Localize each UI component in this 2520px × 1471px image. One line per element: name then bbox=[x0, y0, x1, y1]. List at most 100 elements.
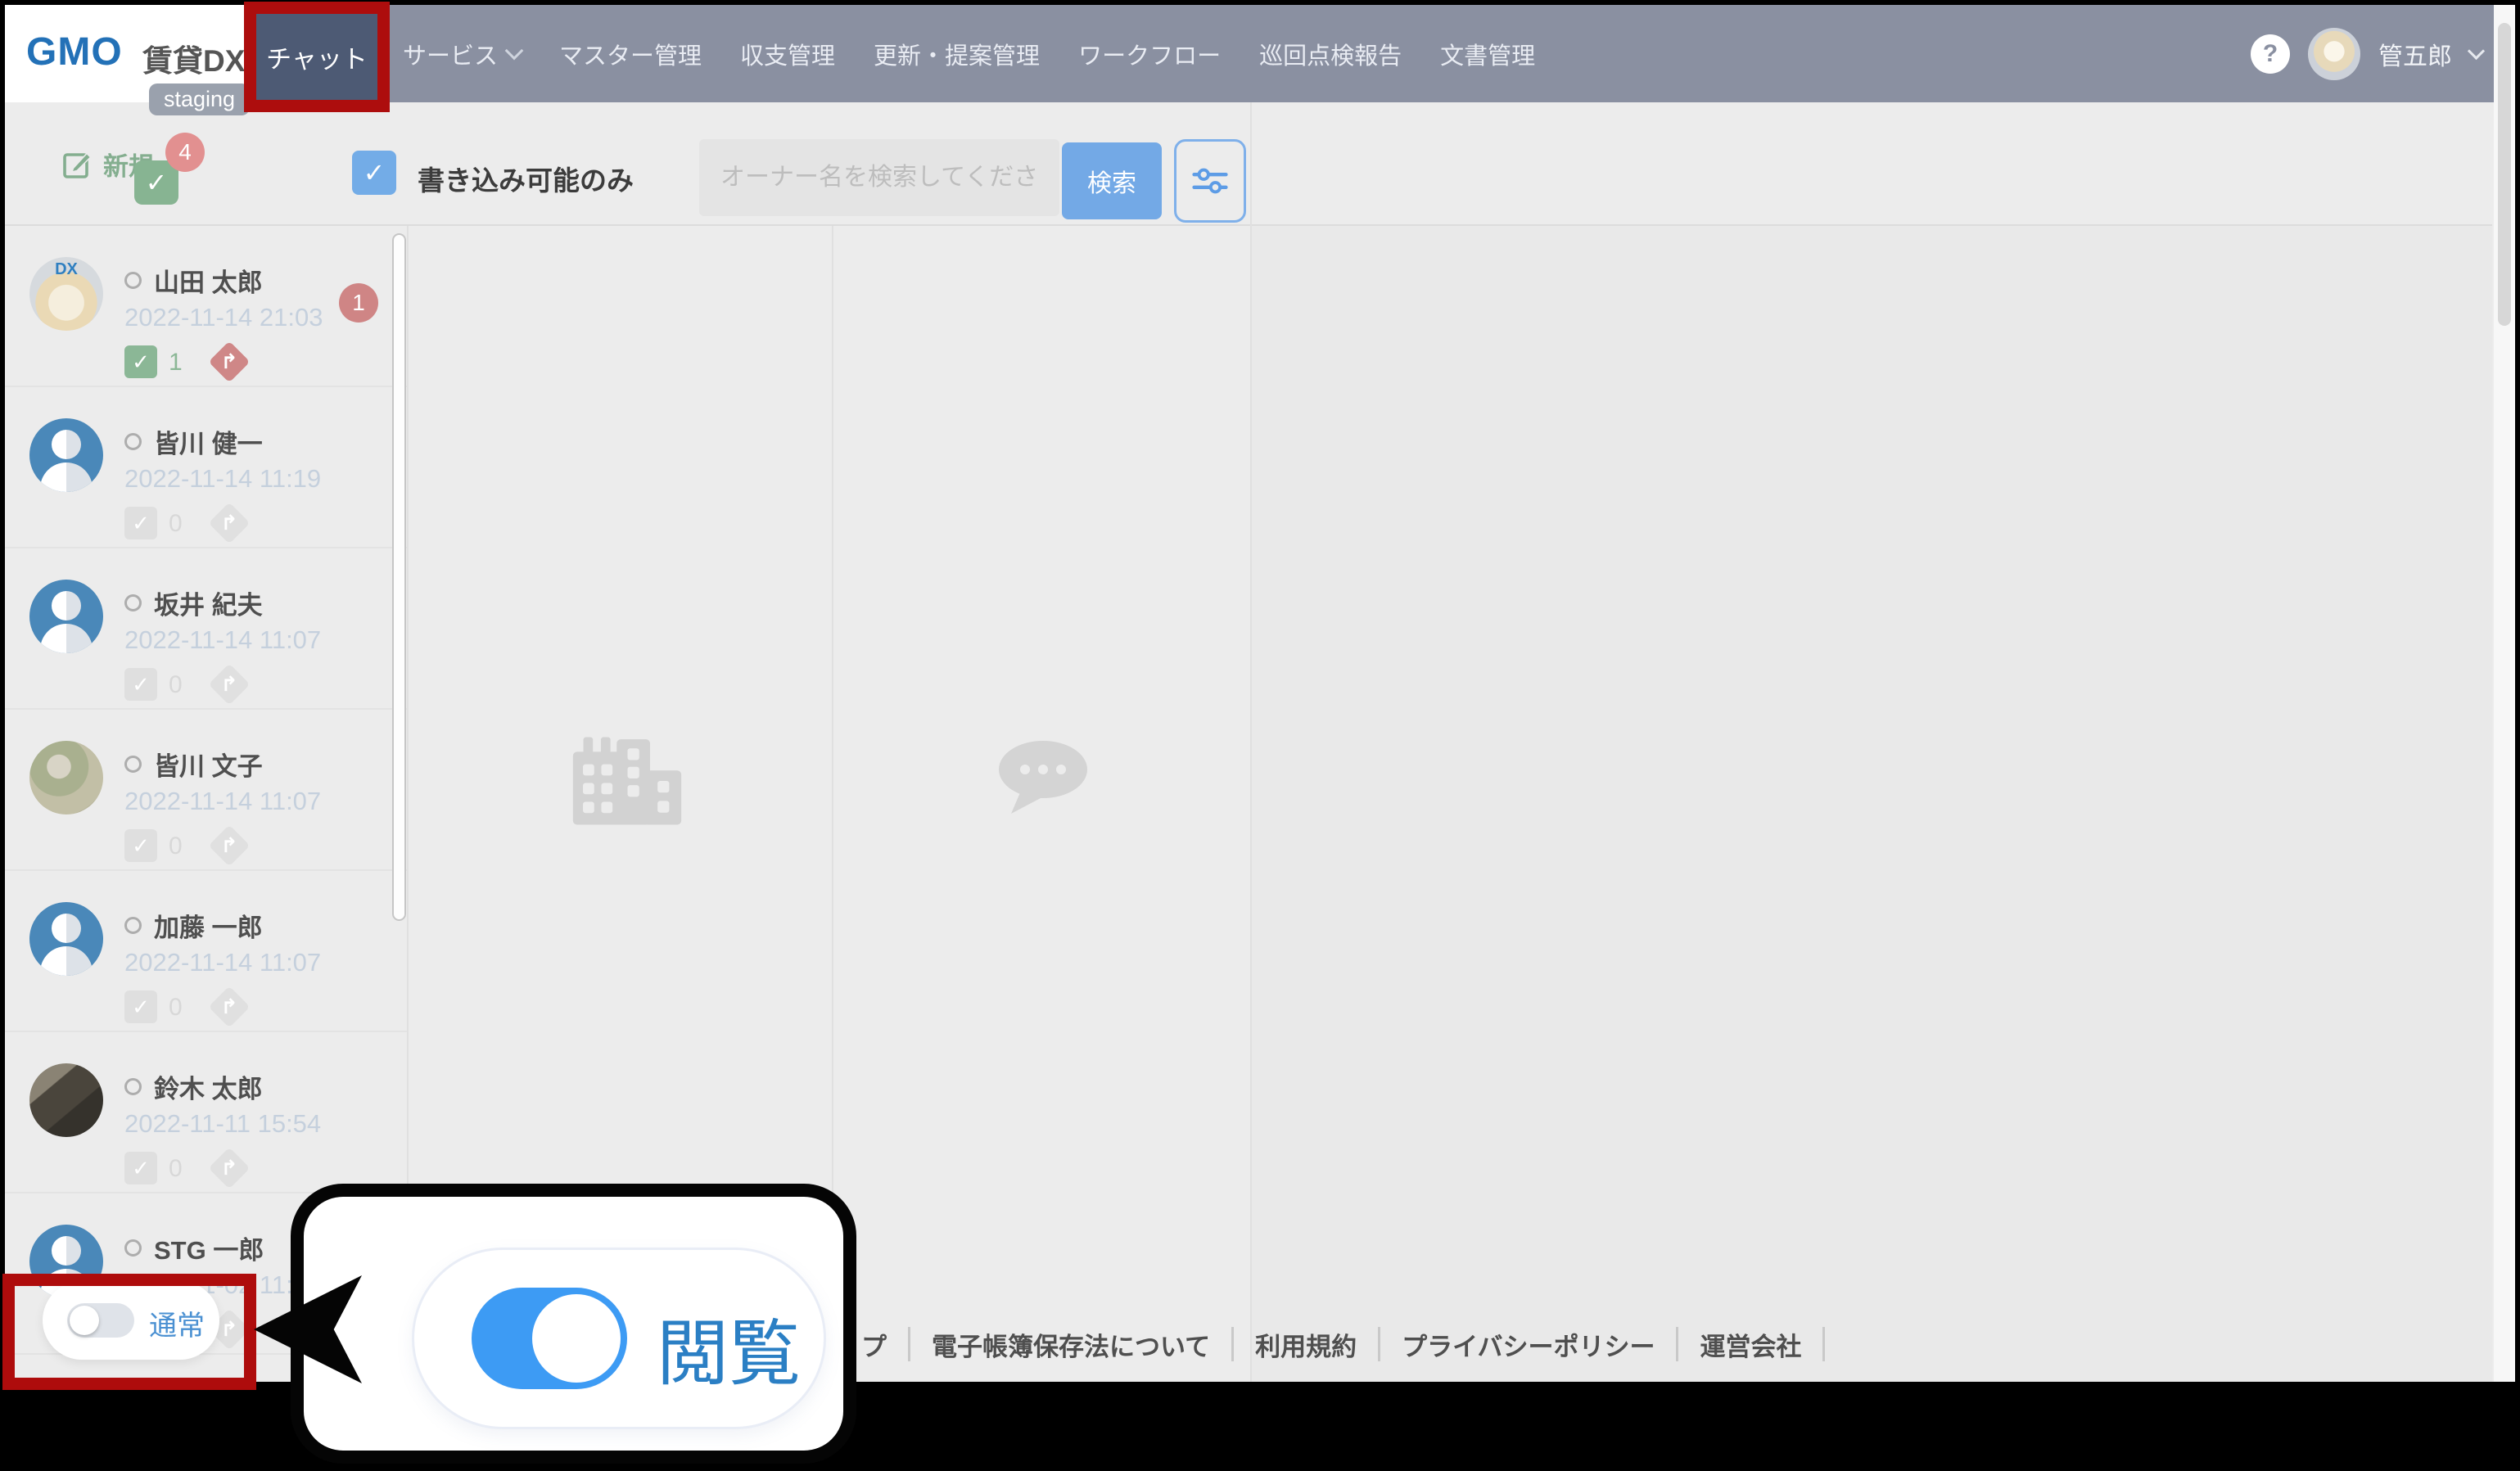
footer-link-denshi-chobo[interactable]: 電子帳簿保存法について bbox=[932, 1326, 1210, 1363]
footer-separator bbox=[1378, 1327, 1381, 1361]
nav-item-workflow[interactable]: ワークフロー bbox=[1078, 37, 1221, 71]
view-mode-toggle-on[interactable] bbox=[472, 1288, 627, 1389]
redirect-icon: ↱ bbox=[208, 986, 251, 1028]
chat-owner-name: 加藤 一郎 bbox=[154, 914, 263, 942]
footer-link-terms[interactable]: 利用規約 bbox=[1255, 1326, 1357, 1363]
chat-owner-name: 山田 太郎 bbox=[154, 268, 263, 297]
chat-timestamp: 2022-11-14 11:07 bbox=[124, 625, 322, 654]
user-name[interactable]: 管五郎 bbox=[2378, 36, 2452, 72]
callout-toggle-pill: 閲覧 bbox=[412, 1248, 826, 1429]
nav-item-label: ワークフロー bbox=[1078, 43, 1222, 70]
check-count: 0 bbox=[169, 671, 183, 698]
check-count: 0 bbox=[169, 510, 183, 537]
chat-owner-name: 坂井 紀夫 bbox=[154, 591, 263, 620]
avatar-text: DX bbox=[55, 260, 78, 278]
check-icon: ✓ bbox=[124, 668, 157, 701]
chat-timestamp: 2022-11-14 11:07 bbox=[124, 948, 322, 977]
check-count: 1 bbox=[169, 349, 183, 376]
building-placeholder-icon bbox=[572, 737, 682, 825]
status-dot-icon bbox=[124, 1078, 142, 1095]
chat-list-item[interactable]: 坂井 紀夫 2022-11-14 11:07 ✓ 0 ↱ bbox=[5, 548, 407, 710]
nav-item-label: 更新・提案管理 bbox=[874, 43, 1041, 70]
staging-env-badge: staging bbox=[149, 83, 251, 115]
chevron-down-icon bbox=[504, 41, 524, 60]
nav-item-services[interactable]: サービス bbox=[403, 37, 524, 71]
status-dot-icon bbox=[124, 917, 142, 934]
chat-list-item[interactable]: 皆川 健一 2022-11-14 11:19 ✓ 0 ↱ bbox=[5, 387, 407, 548]
check-count: 0 bbox=[169, 833, 183, 860]
avatar bbox=[29, 1063, 103, 1137]
check-icon: ✓ bbox=[124, 507, 157, 539]
header-right: ? 管五郎 bbox=[2251, 5, 2486, 102]
nav-item-label: サービス bbox=[403, 43, 499, 70]
chat-list-item[interactable]: 加藤 一郎 2022-11-14 11:07 ✓ 0 ↱ bbox=[5, 871, 407, 1032]
nav-item-document-mgmt[interactable]: 文書管理 bbox=[1440, 37, 1535, 71]
check-count: 0 bbox=[169, 994, 183, 1021]
status-dot-icon bbox=[124, 272, 142, 289]
nav-item-label: 収支管理 bbox=[740, 43, 836, 70]
check-icon: ✓ bbox=[124, 345, 157, 378]
help-icon[interactable]: ? bbox=[2251, 34, 2290, 74]
sliders-icon bbox=[1192, 168, 1228, 194]
nav-item-balance-mgmt[interactable]: 収支管理 bbox=[740, 37, 835, 71]
chevron-down-icon[interactable] bbox=[2467, 42, 2486, 61]
footer-link-partial[interactable]: プ bbox=[861, 1326, 887, 1363]
annotation-highlight-chat-tab: チャット bbox=[244, 2, 390, 112]
avatar: DX bbox=[29, 257, 103, 331]
gmo-logo: GMO bbox=[26, 30, 123, 74]
chat-list-item[interactable]: 鈴木 太郎 2022-11-11 15:54 ✓ 0 ↱ bbox=[5, 1032, 407, 1193]
footer-links: プ 電子帳簿保存法について 利用規約 プライバシーポリシー 運営会社 bbox=[861, 1318, 1846, 1370]
owner-search-input[interactable] bbox=[699, 139, 1059, 216]
chat-list-item[interactable]: DX 山田 太郎 2022-11-14 21:03 ✓ 1 ↱ 1 bbox=[5, 226, 407, 387]
tab-chat[interactable]: チャット bbox=[256, 14, 377, 100]
nav-item-master-mgmt[interactable]: マスター管理 bbox=[559, 37, 702, 71]
footer-separator bbox=[908, 1327, 910, 1361]
footer-separator bbox=[1231, 1327, 1235, 1361]
check-icon: ✓ bbox=[124, 829, 157, 862]
redirect-icon: ↱ bbox=[208, 502, 251, 544]
footer-link-company[interactable]: 運営会社 bbox=[1700, 1326, 1801, 1363]
chat-owner-name: 鈴木 太郎 bbox=[154, 1075, 263, 1103]
search-button[interactable]: 検索 bbox=[1062, 142, 1162, 219]
redirect-icon: ↱ bbox=[208, 824, 251, 867]
avatar bbox=[29, 741, 103, 814]
chat-timestamp: 2022-11-14 11:07 bbox=[124, 787, 322, 815]
page-scrollbar[interactable] bbox=[2494, 5, 2515, 1382]
footer-link-privacy[interactable]: プライバシーポリシー bbox=[1402, 1326, 1655, 1363]
redirect-icon: ↱ bbox=[208, 341, 251, 383]
nav-item-label: 巡回点検報告 bbox=[1259, 43, 1402, 70]
redirect-icon: ↱ bbox=[208, 663, 251, 706]
nav-item-renewal-proposal[interactable]: 更新・提案管理 bbox=[874, 37, 1040, 71]
unread-count-badge: 1 bbox=[339, 283, 378, 323]
nav-item-patrol-report[interactable]: 巡回点検報告 bbox=[1259, 37, 1402, 71]
chat-list-item[interactable]: 皆川 文子 2022-11-14 11:07 ✓ 0 ↱ bbox=[5, 710, 407, 871]
page-scrollbar-thumb[interactable] bbox=[2498, 23, 2511, 326]
status-dot-icon bbox=[124, 433, 142, 450]
annotation-highlight-mode-toggle bbox=[2, 1274, 256, 1390]
user-avatar[interactable] bbox=[2308, 27, 2360, 80]
product-logo: 賃貸DX bbox=[142, 44, 246, 78]
avatar bbox=[29, 902, 103, 976]
view-mode-label: 閲覧 bbox=[657, 1313, 802, 1394]
check-count: 0 bbox=[169, 1155, 183, 1182]
redirect-icon: ↱ bbox=[208, 1147, 251, 1189]
avatar bbox=[29, 418, 103, 492]
sidebar-scrollbar[interactable] bbox=[392, 233, 406, 921]
status-dot-icon bbox=[124, 1239, 142, 1257]
detail-panel-empty bbox=[1252, 226, 2492, 1382]
footer-separator bbox=[1676, 1327, 1679, 1361]
writable-only-checkbox[interactable]: ✓ bbox=[352, 151, 396, 195]
main-nav: サービス マスター管理 収支管理 更新・提案管理 ワークフロー 巡回点検報告 文… bbox=[403, 5, 1535, 102]
chat-owner-name: 皆川 健一 bbox=[154, 430, 263, 458]
check-icon: ✓ bbox=[124, 990, 157, 1023]
filter-settings-button[interactable] bbox=[1174, 139, 1246, 223]
status-dot-icon bbox=[124, 756, 142, 773]
nav-item-label: マスター管理 bbox=[559, 43, 702, 70]
chat-timestamp: 2022-11-14 21:03 bbox=[124, 303, 323, 332]
unconfirmed-count-badge: 4 bbox=[165, 133, 205, 172]
avatar bbox=[29, 580, 103, 653]
zoom-callout-bubble: 閲覧 bbox=[291, 1184, 856, 1464]
chat-timestamp: 2022-11-14 11:19 bbox=[124, 464, 322, 493]
app-window: GMO 賃貸DX staging サービス マスター管理 収支管理 更新・提案管… bbox=[0, 0, 2520, 1471]
chat-owner-name: STG 一郎 bbox=[154, 1236, 264, 1265]
